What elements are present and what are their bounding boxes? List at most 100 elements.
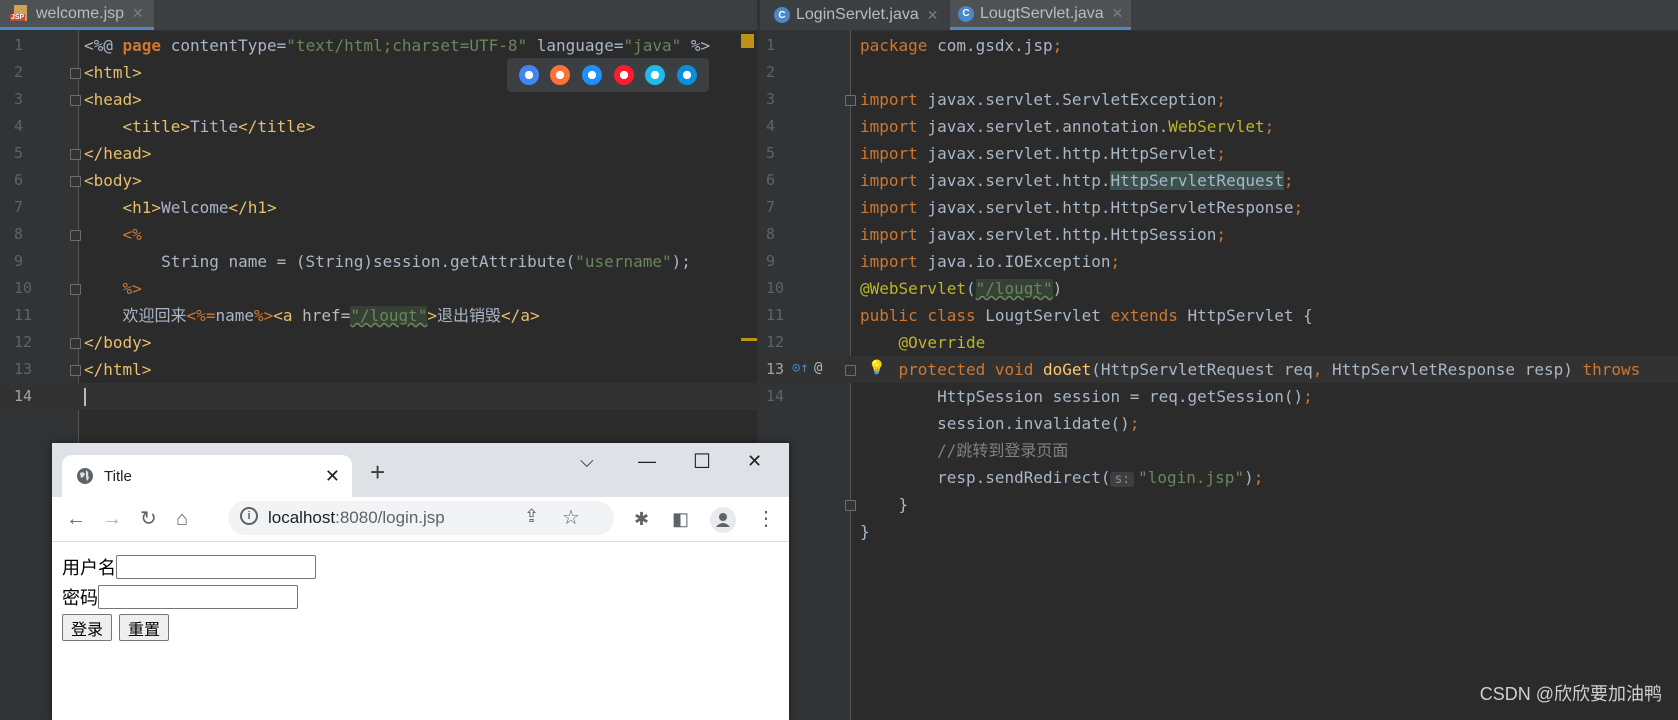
close-window-icon[interactable]: ✕: [747, 451, 762, 472]
code-line[interactable]: 6 <body>: [0, 167, 757, 194]
scroll-marker[interactable]: [741, 338, 757, 341]
tab-welcome-jsp[interactable]: JSP welcome.jsp ✕: [0, 0, 154, 30]
tab-lougtservlet-java[interactable]: C LougtServlet.java ✕: [950, 0, 1132, 30]
chevron-down-icon[interactable]: ⌵: [580, 451, 594, 472]
code-line[interactable]: 4 <title>Title</title>: [0, 113, 757, 140]
code-line[interactable]: 10 @WebServlet("/lougt"): [760, 275, 1678, 302]
code-line[interactable]: 13 </html>: [0, 356, 757, 383]
code-line[interactable]: 4 import javax.servlet.annotation.WebServ…: [760, 113, 1678, 140]
code-line[interactable]: 1 package com.gsdx.jsp;: [760, 32, 1678, 59]
fold-icon[interactable]: [70, 365, 81, 376]
line-number: 11: [766, 306, 785, 324]
side-panel-icon[interactable]: ◧: [672, 507, 689, 531]
firefox-icon[interactable]: [550, 65, 571, 85]
fold-icon[interactable]: [70, 230, 81, 241]
login-button[interactable]: 登录: [62, 614, 113, 641]
fold-icon[interactable]: [70, 338, 81, 349]
line-number: 8: [14, 225, 24, 243]
username-input[interactable]: [116, 555, 316, 579]
close-icon[interactable]: ✕: [1112, 5, 1124, 22]
code-line[interactable]: 1 <%@ page contentType="text/html;charset…: [0, 32, 757, 59]
code-line[interactable]: 15 session.invalidate();: [760, 410, 1678, 437]
code-line[interactable]: 7 <h1>Welcome</h1>: [0, 194, 757, 221]
code-line[interactable]: 17 resp.sendRedirect(s:"login.jsp");: [760, 464, 1678, 491]
url-text[interactable]: localhost:8080/login.jsp: [268, 508, 445, 528]
intention-bulb-icon[interactable]: 💡: [868, 360, 885, 376]
code-line[interactable]: 19}: [760, 518, 1678, 545]
annotation-icon[interactable]: @: [814, 360, 822, 376]
fold-icon[interactable]: [70, 95, 81, 106]
code-text: import javax.servlet.http.HttpServlet;: [860, 144, 1227, 163]
address-bar[interactable]: i localhost:8080/login.jsp ⇪ ☆: [228, 501, 614, 535]
line-number: 7: [14, 198, 24, 216]
code-line[interactable]: 5 </head>: [0, 140, 757, 167]
reload-icon[interactable]: ↻: [140, 507, 157, 531]
maximize-icon[interactable]: ☐: [693, 449, 711, 474]
code-line[interactable]: 11 欢迎回来<%=name%><a href="/lougt">退出销毁</a…: [0, 302, 757, 329]
reset-button[interactable]: 重置: [119, 614, 170, 641]
code-text: import javax.servlet.http.HttpSession;: [860, 225, 1227, 244]
browser-tab[interactable]: Title ✕: [62, 455, 352, 497]
password-input[interactable]: [98, 585, 298, 609]
code-text: @WebServlet("/lougt"): [860, 279, 1063, 298]
fold-icon[interactable]: [70, 68, 81, 79]
override-method-icon[interactable]: ⊙↑: [792, 360, 809, 376]
close-icon[interactable]: ✕: [927, 7, 939, 24]
avatar[interactable]: [710, 507, 736, 533]
tab-loginservlet-java[interactable]: C LoginServlet.java ✕: [768, 0, 944, 30]
close-tab-icon[interactable]: ✕: [325, 466, 340, 487]
line-number: 5: [14, 144, 24, 162]
minimize-icon[interactable]: —: [638, 451, 656, 472]
code-line[interactable]: 3 import javax.servlet.ServletException;: [760, 86, 1678, 113]
line-number: 3: [14, 90, 24, 108]
code-line[interactable]: 2: [760, 59, 1678, 86]
new-tab-icon[interactable]: +: [370, 457, 385, 488]
code-line[interactable]: 14: [0, 383, 757, 410]
code-line[interactable]: 8 import javax.servlet.http.HttpSession;: [760, 221, 1678, 248]
code-line[interactable]: 7 import javax.servlet.http.HttpServletRe…: [760, 194, 1678, 221]
home-icon[interactable]: ⌂: [176, 507, 188, 531]
fold-icon[interactable]: [845, 365, 856, 376]
bookmark-star-icon[interactable]: ☆: [562, 505, 580, 530]
code-line[interactable]: 14 HttpSession session = req.getSession(…: [760, 383, 1678, 410]
code-line[interactable]: 18 }: [760, 491, 1678, 518]
right-editor-pane: C LoginServlet.java ✕ C LougtServlet.jav…: [760, 0, 1678, 720]
more-menu-icon[interactable]: ⋮: [756, 507, 776, 531]
code-line[interactable]: 9 String name = (String)session.getAttri…: [0, 248, 757, 275]
edge-icon[interactable]: [677, 65, 698, 85]
safari-icon[interactable]: [582, 65, 603, 85]
code-line[interactable]: 11 public class LougtServlet extends Http…: [760, 302, 1678, 329]
line-number: 4: [766, 117, 776, 135]
share-icon[interactable]: ⇪: [524, 506, 539, 527]
chrome-icon[interactable]: [518, 65, 539, 85]
code-line[interactable]: 12 </body>: [0, 329, 757, 356]
ie-icon[interactable]: [645, 65, 666, 85]
line-number: 14: [14, 387, 33, 405]
code-line[interactable]: 9 import java.io.IOException;: [760, 248, 1678, 275]
opera-icon[interactable]: [613, 65, 634, 85]
fold-icon[interactable]: [70, 176, 81, 187]
tab-label: LougtServlet.java: [980, 4, 1104, 22]
forward-icon[interactable]: →: [102, 507, 122, 531]
code-text: import javax.servlet.http.HttpServletReq…: [860, 171, 1294, 190]
fold-icon[interactable]: [845, 95, 856, 106]
info-icon[interactable]: i: [240, 507, 258, 525]
code-line[interactable]: 6 import javax.servlet.http.HttpServletRe…: [760, 167, 1678, 194]
code-line[interactable]: 8 <%: [0, 221, 757, 248]
line-number: 13: [14, 360, 33, 378]
fold-icon[interactable]: [845, 500, 856, 511]
fold-icon[interactable]: [70, 149, 81, 160]
line-number: 2: [766, 63, 776, 81]
back-icon[interactable]: ←: [66, 507, 86, 531]
fold-icon[interactable]: [70, 284, 81, 295]
code-line[interactable]: 13 protected void doGet(HttpServletReque…: [760, 356, 1678, 383]
code-line[interactable]: 16 //跳转到登录页面: [760, 437, 1678, 464]
code-line[interactable]: 10 %>: [0, 275, 757, 302]
browser-toolbar: ← → ↻ ⌂ i localhost:8080/login.jsp ⇪ ☆ ✱…: [52, 497, 789, 542]
close-icon[interactable]: ✕: [132, 5, 144, 22]
code-line[interactable]: 12 @Override: [760, 329, 1678, 356]
code-line[interactable]: 5 import javax.servlet.http.HttpServlet;: [760, 140, 1678, 167]
code-text: </html>: [84, 360, 152, 379]
warning-marker-icon[interactable]: [741, 34, 754, 48]
extensions-icon[interactable]: ✱: [634, 507, 649, 531]
